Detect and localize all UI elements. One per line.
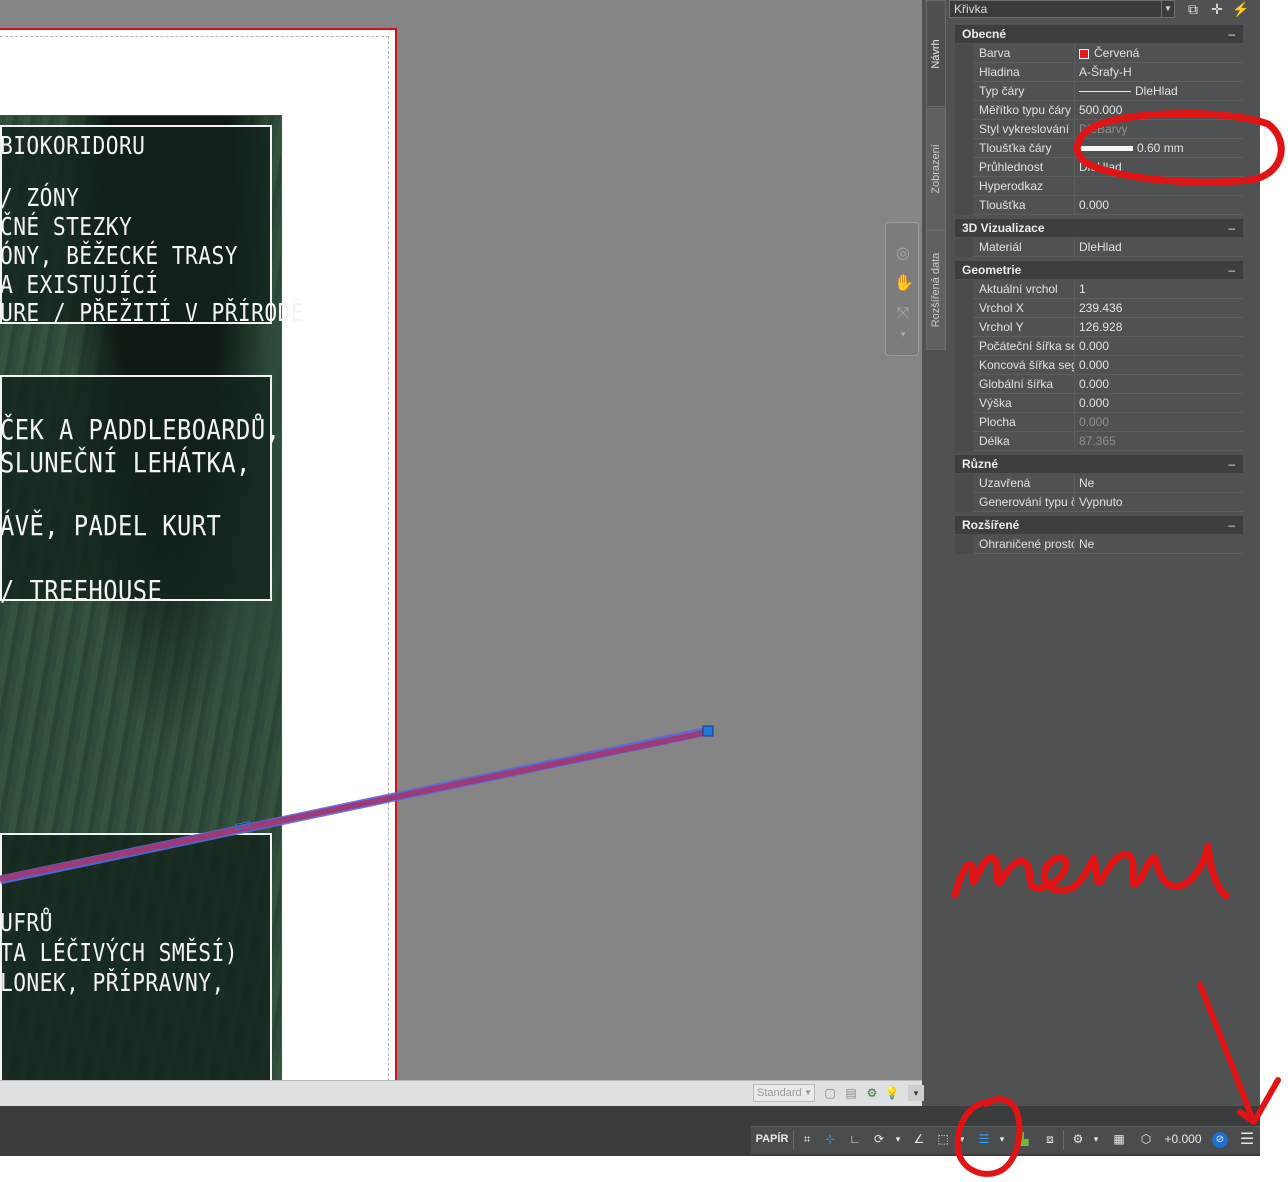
section-misc-header[interactable]: Různé – xyxy=(955,455,1243,473)
selection-cycling-icon[interactable]: ⧈ xyxy=(1040,1128,1060,1151)
lineweight-icon[interactable]: ☰ xyxy=(973,1128,995,1151)
sheet-text-line: URE / PŘEŽITÍ V PŘÍRODĚ xyxy=(0,298,305,327)
paper-space-button[interactable]: PAPÍR xyxy=(753,1128,791,1151)
sheet-text-line: / TREEHOUSE xyxy=(0,574,163,607)
chevron-down-icon: ▼ xyxy=(804,1088,812,1097)
chevron-down-icon[interactable]: ▾ xyxy=(894,325,912,343)
sheet-text-line: ČEK A PADDLEBOARDŮ, xyxy=(0,413,281,446)
object-type-value: Křivka xyxy=(954,2,988,16)
chevron-down-icon[interactable]: ▾ xyxy=(997,1128,1007,1151)
section-general-header[interactable]: Obecné – xyxy=(955,25,1243,43)
color-swatch xyxy=(1079,48,1089,59)
collapse-icon: – xyxy=(1228,221,1235,235)
sheet-text-line: A EXISTUJÍCÍ xyxy=(0,270,159,299)
property-row-material[interactable]: Materiál DleHlad xyxy=(955,238,1243,257)
property-row-thickness[interactable]: Tloušťka 0.000 xyxy=(955,196,1243,215)
chevron-down-icon[interactable]: ▾ xyxy=(908,1085,924,1101)
gear-icon[interactable]: ⚙ xyxy=(1068,1128,1088,1151)
style-combo[interactable]: Standard ▼ xyxy=(753,1084,815,1102)
polar-icon[interactable]: ⟳ xyxy=(870,1128,888,1151)
drawing-canvas[interactable]: BIOKORIDORU / ZÓNY ČNÉ STEZKY ÓNY, BĚŽEC… xyxy=(0,0,922,1080)
lineweight-preview xyxy=(1079,146,1133,152)
property-row-area: Plocha 0.000 xyxy=(955,413,1243,432)
separator xyxy=(1063,1130,1064,1150)
property-row-linetype-scale[interactable]: Měřítko typu čáry 500.000 xyxy=(955,101,1243,120)
chevron-down-icon[interactable]: ▾ xyxy=(1091,1128,1101,1151)
text-box-activities xyxy=(0,375,272,601)
tab-navrh[interactable]: Návrh xyxy=(926,0,946,107)
collapse-icon: – xyxy=(1228,518,1235,532)
section-geometry-header[interactable]: Geometrie – xyxy=(955,261,1243,279)
transparency-value[interactable]: +0.000 xyxy=(1160,1128,1206,1151)
property-row-length: Délka 87.365 xyxy=(955,432,1243,451)
sheet-text-line: TA LÉČIVÝCH SMĚSÍ) xyxy=(0,938,238,967)
grid-icon[interactable]: ⌗ xyxy=(798,1128,816,1151)
property-row-current-vertex[interactable]: Aktuální vrchol 1 xyxy=(955,280,1243,299)
ortho-icon[interactable]: ∟ xyxy=(846,1128,864,1151)
property-row-linetype[interactable]: Typ čáry DleHlad xyxy=(955,82,1243,101)
3d-cube-icon[interactable]: ⬡ xyxy=(1136,1128,1156,1151)
calculator-icon[interactable]: ▦ xyxy=(1110,1128,1128,1151)
sheet-text-line: / ZÓNY xyxy=(0,183,80,212)
chevron-down-icon: ▼ xyxy=(1161,1,1174,17)
chevron-down-icon[interactable]: ▾ xyxy=(957,1128,967,1151)
property-row-end-width[interactable]: Koncová šířka segmentu 0.000 xyxy=(955,356,1243,375)
property-row-lineweight[interactable]: Tloušťka čáry 0.60 mm xyxy=(955,139,1243,158)
section-extended-header[interactable]: Rozšířené – xyxy=(955,516,1243,534)
property-row-bounded-spaces[interactable]: Ohraničené prostory Ne xyxy=(955,535,1243,554)
property-row-linetype-generation[interactable]: Generování typu čáry Vypnuto xyxy=(955,493,1243,512)
separator xyxy=(793,1130,794,1150)
property-row-plot-style[interactable]: Styl vykreslování DleBarvy xyxy=(955,120,1243,139)
property-row-color[interactable]: Barva Červená xyxy=(955,44,1243,63)
collapse-icon: – xyxy=(1228,457,1235,471)
object-snap-icon[interactable]: ⬚ xyxy=(934,1128,952,1151)
toggle-pickadd-icon[interactable]: ⧉ xyxy=(1184,1,1202,17)
chevron-down-icon[interactable]: ▾ xyxy=(893,1128,903,1151)
sheet-text-line: ČNÉ STEZKY xyxy=(0,212,133,241)
pan-hand-icon[interactable]: ✋ xyxy=(894,275,914,293)
window-bottom-area xyxy=(0,1156,1288,1182)
property-row-start-width[interactable]: Počáteční šířka segmentu 0.000 xyxy=(955,337,1243,356)
steering-wheel-icon[interactable]: ◎ xyxy=(894,245,912,263)
property-row-vertex-y[interactable]: Vrchol Y 126.928 xyxy=(955,318,1243,337)
property-row-closed[interactable]: Uzavřená Ne xyxy=(955,474,1243,493)
layer-state-icon[interactable]: ⚙ xyxy=(864,1085,880,1101)
property-row-vertex-x[interactable]: Vrchol X 239.436 xyxy=(955,299,1243,318)
window-right-edge xyxy=(1260,0,1288,1182)
layer-icon[interactable]: ▤ xyxy=(843,1085,859,1101)
section-3d-header[interactable]: 3D Vizualizace – xyxy=(955,219,1243,237)
linetype-preview xyxy=(1079,91,1131,93)
transparency-icon[interactable]: ▙ xyxy=(1014,1128,1034,1151)
isolate-objects-icon[interactable]: ⊘ xyxy=(1209,1128,1231,1151)
viewport-icon[interactable]: ▢ xyxy=(822,1085,838,1101)
isodraft-icon[interactable]: ∠ xyxy=(910,1128,928,1151)
snap-icon[interactable]: ⊹ xyxy=(821,1128,839,1151)
tab-zobrazeni[interactable]: Zobrazení xyxy=(926,108,946,230)
object-type-select[interactable]: Křivka ▼ xyxy=(949,0,1175,18)
property-row-hyperlink[interactable]: Hyperodkaz xyxy=(955,177,1243,196)
tab-rozsirena-data[interactable]: Rozšířená data xyxy=(926,230,946,350)
sheet-text-line: ÁVĚ, PADEL KURT xyxy=(0,509,222,542)
quick-select-icon[interactable]: ⚡ xyxy=(1232,1,1250,17)
property-row-global-width[interactable]: Globální šířka 0.000 xyxy=(955,375,1243,394)
sheet-text-line: LONEK, PŘÍPRAVNY, xyxy=(0,968,225,997)
customization-menu-icon[interactable]: ☰ xyxy=(1236,1128,1258,1151)
lightbulb-icon[interactable]: 💡 xyxy=(884,1085,900,1101)
zoom-extents-icon[interactable]: ⤧ xyxy=(894,305,912,323)
select-objects-icon[interactable]: ✛ xyxy=(1208,1,1226,17)
sheet-text-line: UFRŮ xyxy=(0,908,53,937)
sheet-text-line: ÓNY, BĚŽECKÉ TRASY xyxy=(0,241,238,270)
property-row-elevation[interactable]: Výška 0.000 xyxy=(955,394,1243,413)
sheet-text-line: SLUNEČNÍ LEHÁTKA, xyxy=(0,446,251,479)
sheet-text-line: BIOKORIDORU xyxy=(0,131,146,160)
property-row-transparency[interactable]: Průhlednost DleHlad xyxy=(955,158,1243,177)
navigation-bar: ◎ ✋ ⤧ ▾ xyxy=(885,222,919,356)
collapse-icon: – xyxy=(1228,263,1235,277)
collapse-icon: – xyxy=(1228,27,1235,41)
property-row-layer[interactable]: Hladina A-Šrafy-H xyxy=(955,63,1243,82)
